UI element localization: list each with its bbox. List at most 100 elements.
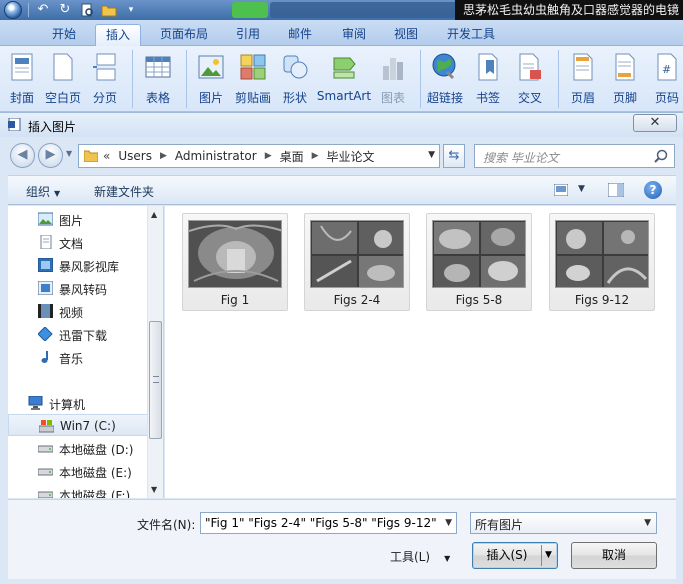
nav-item-pictures[interactable]: 图片 [8,208,148,230]
footer-icon [615,53,635,81]
nav-item-videos[interactable]: 视频 [8,300,148,322]
nav-item-computer[interactable]: 计算机 [8,392,148,414]
back-button[interactable]: ◀ [10,143,35,168]
clipart-label: 剪贴画 [234,91,272,105]
print-preview-icon[interactable] [79,2,95,18]
office-button[interactable] [4,1,22,19]
customize-qat-icon[interactable]: ▾ [123,2,139,18]
chevron-down-icon[interactable]: ▼ [445,518,452,528]
redo-icon[interactable]: ↻ [57,2,73,18]
filename-field[interactable]: "Fig 1" "Figs 2-4" "Figs 5-8" "Figs 9-12… [200,512,457,534]
picture-button[interactable]: 图片 [196,52,226,108]
nav-item-documents[interactable]: 文档 [8,231,148,253]
breadcrumb-users[interactable]: Users [118,149,152,163]
footer-button[interactable]: 页脚 [611,52,639,108]
preview-pane-icon[interactable] [608,183,624,197]
new-folder-button[interactable]: 新建文件夹 [94,183,154,200]
insert-button[interactable]: 插入(S) ▼ [472,542,558,569]
view-options-dropdown[interactable]: ▼ [578,184,585,194]
tools-button[interactable]: 工具(L) ▼ [390,548,450,565]
breadcrumb-desktop[interactable]: 桌面 [280,148,304,165]
nav-item-drive-f[interactable]: 本地磁盘 (F:) [8,483,148,498]
divider [541,545,542,566]
close-button[interactable]: ✕ [633,114,677,132]
refresh-button[interactable]: ⇆ [443,144,465,168]
group-divider [132,50,133,108]
hyperlink-button[interactable]: 超链接 [426,52,464,108]
footer-label: 页脚 [612,91,638,105]
ribbon-insert-panel: 封面 空白页 分页 表格 图片 剪贴画 形状 SmartArt 图表 超链接 书… [0,46,683,112]
page-break-button[interactable]: 分页 [90,52,120,108]
shapes-button[interactable]: 形状 [281,52,309,108]
chevron-down-icon: ▼ [444,554,451,563]
address-bar[interactable]: « Users ▶ Administrator ▶ 桌面 ▶ 毕业论文 ▼ [78,144,440,168]
breadcrumb-overflow[interactable]: « [103,149,110,163]
blank-page-label: 空白页 [44,91,82,105]
chevron-right-icon[interactable]: ▶ [265,151,272,161]
nav-scrollbar[interactable]: ▲ ▼ [147,206,163,498]
file-item-fig1[interactable]: Fig 1 [182,213,288,311]
file-item-figs-2-4[interactable]: Figs 2-4 [304,213,410,311]
bookmark-button[interactable]: 书签 [474,52,502,108]
chevron-down-icon[interactable]: ▼ [644,518,651,528]
page-number-button[interactable]: # 页码 [653,52,681,108]
breadcrumb-thesis[interactable]: 毕业论文 [327,148,375,165]
nav-item-music[interactable]: 音乐 [8,346,148,368]
tab-references[interactable]: 引用 [226,24,270,46]
chevron-right-icon[interactable]: ▶ [312,151,319,161]
dialog-title-bar: 插入图片 ✕ [0,113,683,137]
ribbon-tabs: 开始 插入 页面布局 引用 邮件 审阅 视图 开发工具 [0,20,683,46]
recent-locations-dropdown[interactable]: ▼ [66,149,72,158]
blank-page-button[interactable]: 空白页 [44,52,82,108]
nav-item-video-library[interactable]: 暴风影视库 [8,254,148,276]
file-item-figs-5-8[interactable]: Figs 5-8 [426,213,532,311]
change-view-icon[interactable] [554,184,568,196]
help-icon[interactable]: ? [644,181,662,199]
drive-icon [38,468,53,476]
table-icon [145,56,171,78]
smartart-button[interactable]: SmartArt [317,52,371,108]
file-item-figs-9-12[interactable]: Figs 9-12 [549,213,655,311]
tab-review[interactable]: 审阅 [332,24,376,46]
forward-button[interactable]: ▶ [38,143,63,168]
file-type-select[interactable]: 所有图片 ▼ [470,512,657,534]
tab-view[interactable]: 视图 [384,24,428,46]
cover-button[interactable]: 封面 [6,52,38,108]
hyperlink-label: 超链接 [426,91,464,105]
cross-reference-button[interactable]: 交叉 [516,52,544,108]
window-title: 思茅松毛虫幼虫触角及口器感觉器的电镜 [454,0,683,20]
nav-item-drive-e[interactable]: 本地磁盘 (E:) [8,460,148,482]
group-divider [558,50,559,108]
address-dropdown-icon[interactable]: ▼ [428,150,435,160]
nav-item-drive-d[interactable]: 本地磁盘 (D:) [8,437,148,459]
tab-page-layout[interactable]: 页面布局 [150,24,218,46]
table-button[interactable]: 表格 [142,52,174,108]
search-input[interactable]: 搜索 毕业论文 [474,144,675,168]
page-number-label: 页码 [654,91,680,105]
open-folder-icon[interactable] [101,2,117,18]
nav-item-downloads[interactable]: 迅雷下载 [8,323,148,345]
file-name: Figs 9-12 [574,293,630,307]
header-button[interactable]: 页眉 [569,52,597,108]
insert-options-dropdown[interactable]: ▼ [545,543,552,568]
scroll-up-icon[interactable]: ▲ [151,210,157,219]
file-name: Figs 5-8 [455,293,503,307]
undo-icon[interactable]: ↶ [35,2,51,18]
clipart-button[interactable]: 剪贴画 [234,52,272,108]
scroll-down-icon[interactable]: ▼ [151,485,157,494]
nav-item-drive-c[interactable]: Win7 (C:) [8,414,148,436]
refresh-icon: ⇆ [448,148,460,163]
tab-developer[interactable]: 开发工具 [437,24,505,46]
tab-home[interactable]: 开始 [42,24,86,46]
chevron-down-icon: ▼ [54,189,61,198]
cancel-button[interactable]: 取消 [571,542,657,569]
chart-button[interactable]: 图表 [379,52,407,108]
breadcrumb-administrator[interactable]: Administrator [175,149,257,163]
tab-insert[interactable]: 插入 [95,24,142,46]
chevron-right-icon[interactable]: ▶ [160,151,167,161]
nav-item-transcode[interactable]: 暴风转码 [8,277,148,299]
tab-mailings[interactable]: 邮件 [278,24,322,46]
scroll-thumb[interactable] [149,321,162,439]
bookmark-label: 书签 [475,91,501,105]
organize-button[interactable]: 组织 ▼ [26,183,60,200]
